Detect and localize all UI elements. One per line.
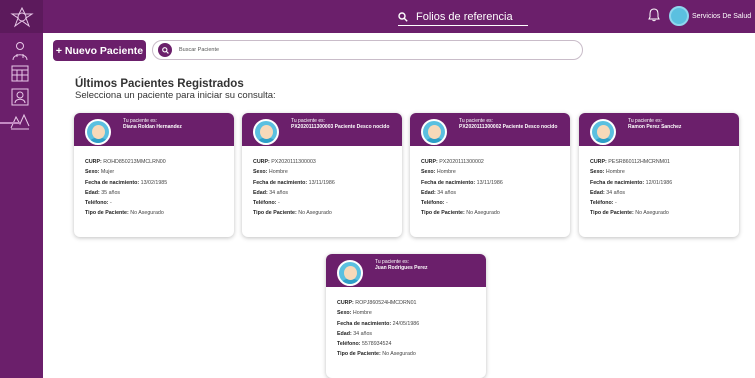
- patient-age: Edad: 34 años: [337, 330, 373, 337]
- patient-age: Edad: 35 años: [85, 189, 121, 196]
- patient-card-body: CURP: ROHD850213MMCLRN00 Sexo: Mujer Fecha…: [74, 146, 234, 221]
- user-avatar: [669, 6, 689, 26]
- patient-search: [152, 40, 583, 60]
- patient-avatar-icon: [85, 119, 111, 145]
- patient-avatar-icon: [337, 260, 363, 286]
- patient-age: Edad: 34 años: [253, 189, 289, 196]
- patient-avatar-icon: [590, 119, 616, 145]
- patient-age: Edad: 34 años: [590, 189, 626, 196]
- patient-curp: CURP: PX2020111300002: [421, 159, 484, 165]
- patient-curp: CURP: ROPJ860524HMCDRN01: [337, 300, 417, 306]
- search-icon: [398, 11, 408, 22]
- patient-name: Diana Roldan Hernandez: [123, 124, 182, 130]
- patient-card[interactable]: Tu paciente es: Diana Roldan Hernandez C…: [74, 113, 234, 237]
- user-name: Servicios De Salud: [692, 12, 752, 20]
- sidebar: [0, 33, 43, 378]
- patient-card-body: CURP: ROPJ860524HMCDRN01 Sexo: Hombre Fech…: [326, 287, 486, 362]
- calendar-icon[interactable]: [9, 63, 31, 83]
- patient-birth-date: Fecha de nacimiento: 24/05/1986: [337, 320, 420, 327]
- patient-card[interactable]: Tu paciente es: Juan Rodrigues Perez CUR…: [326, 254, 486, 378]
- patient-avatar-icon: [253, 119, 279, 145]
- patient-phone: Teléfono: -: [253, 200, 280, 207]
- patient-patient-type: Tipo de Paciente: No Asegurado: [590, 210, 669, 217]
- page-subtitle: Selecciona un paciente para iniciar su c…: [75, 90, 276, 101]
- patient-name: PX2020111300003 Paciente Desco nocido: [291, 124, 390, 130]
- patient-card-header: Tu paciente es: Diana Roldan Hernandez: [74, 113, 234, 146]
- patient-card-body: CURP: PESR860112HMCRNM01 Sexo: Hombre Fech…: [579, 146, 739, 221]
- search-icon: [161, 46, 169, 54]
- patient-card-body: CURP: PX2020111300002 Sexo: Hombre Fecha d…: [410, 146, 570, 221]
- patient-sex: Sexo: Hombre: [421, 169, 456, 176]
- patient-card[interactable]: Tu paciente es: PX2020111300002 Paciente…: [410, 113, 570, 237]
- patient-phone: Teléfono: -: [85, 200, 112, 207]
- patient-phone: Teléfono: 5578934524: [337, 341, 392, 348]
- patient-card-header: Tu paciente es: Ramon Perez Sanchez: [579, 113, 739, 146]
- patient-name: Ramon Perez Sanchez: [628, 124, 682, 130]
- reference-folio-label: Folios de referencia: [416, 10, 513, 23]
- patient-curp: CURP: ROHD850213MMCLRN00: [85, 159, 166, 165]
- doctor-icon[interactable]: [9, 41, 31, 61]
- patient-name: Juan Rodrigues Perez: [375, 265, 428, 271]
- patient-card-header: Tu paciente es: PX2020111300003 Paciente…: [242, 113, 402, 146]
- notification-bell-icon[interactable]: [648, 8, 660, 22]
- patient-patient-type: Tipo de Paciente: No Asegurado: [337, 351, 416, 358]
- patient-avatar-icon: [421, 119, 447, 145]
- patient-patient-type: Tipo de Paciente: No Asegurado: [253, 210, 332, 217]
- patient-card-header: Tu paciente es: Juan Rodrigues Perez: [326, 254, 486, 287]
- patient-name: PX2020111300002 Paciente Desco nocido: [459, 124, 558, 130]
- patient-patient-type: Tipo de Paciente: No Asegurado: [85, 210, 164, 217]
- patient-card[interactable]: Tu paciente es: Ramon Perez Sanchez CURP…: [579, 113, 739, 237]
- patient-birth-date: Fecha de nacimiento: 13/11/1986: [421, 179, 503, 186]
- patient-sex: Sexo: Hombre: [253, 169, 288, 176]
- reference-folio-search[interactable]: Folios de referencia: [398, 8, 528, 26]
- patient-search-input[interactable]: [179, 47, 559, 53]
- patient-birth-date: Fecha de nacimiento: 12/01/1986: [590, 179, 673, 186]
- patient-search-button[interactable]: [158, 43, 172, 57]
- patient-birth-date: Fecha de nacimiento: 13/02/1985: [85, 179, 168, 186]
- active-nav-indicator: [0, 122, 20, 124]
- patient-sex: Sexo: Hombre: [590, 169, 625, 176]
- patient-phone: Teléfono: -: [421, 200, 448, 207]
- patient-card-header: Tu paciente es: PX2020111300002 Paciente…: [410, 113, 570, 146]
- new-patient-button[interactable]: + Nuevo Paciente: [53, 40, 146, 61]
- patient-card-body: CURP: PX2020111300003 Sexo: Hombre Fecha d…: [242, 146, 402, 221]
- app-logo-icon[interactable]: [0, 0, 43, 33]
- page-title: Últimos Pacientes Registrados: [75, 78, 244, 90]
- patient-birth-date: Fecha de nacimiento: 13/11/1986: [253, 179, 335, 186]
- statistics-icon[interactable]: [9, 111, 31, 131]
- patient-card[interactable]: Tu paciente es: PX2020111300003 Paciente…: [242, 113, 402, 237]
- patient-sex: Sexo: Mujer: [85, 169, 115, 176]
- top-bar: Folios de referencia Servicios De Salud: [0, 0, 755, 33]
- patient-age: Edad: 34 años: [421, 189, 457, 196]
- patient-curp: CURP: PX2020111300003: [253, 159, 316, 165]
- patient-phone: Teléfono: -: [590, 200, 617, 207]
- patient-curp: CURP: PESR860112HMCRNM01: [590, 159, 670, 165]
- patient-patient-type: Tipo de Paciente: No Asegurado: [421, 210, 500, 217]
- patient-record-icon[interactable]: [9, 87, 31, 107]
- patient-sex: Sexo: Hombre: [337, 310, 372, 317]
- user-menu[interactable]: Servicios De Salud: [669, 6, 751, 26]
